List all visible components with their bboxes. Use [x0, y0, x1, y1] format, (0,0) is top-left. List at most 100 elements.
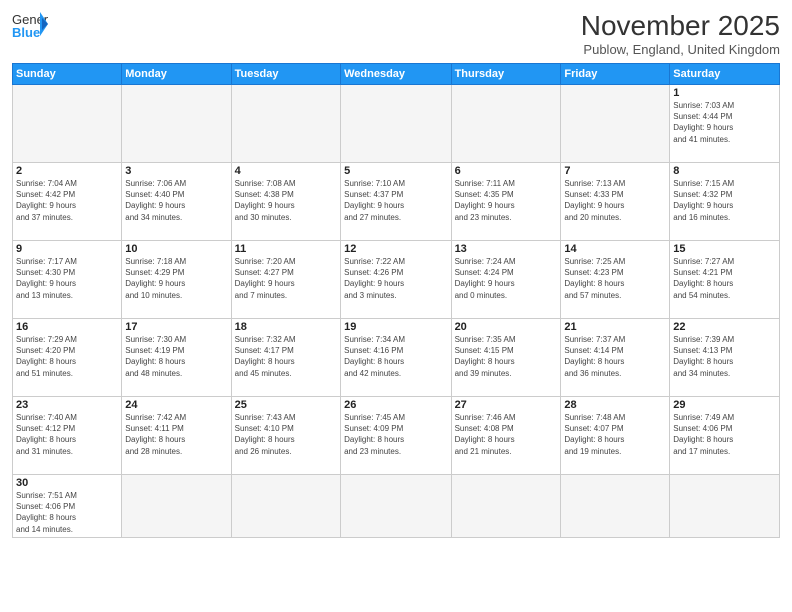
table-row: 15Sunrise: 7:27 AMSunset: 4:21 PMDayligh…	[670, 241, 780, 319]
table-row: 8Sunrise: 7:15 AMSunset: 4:32 PMDaylight…	[670, 163, 780, 241]
day-info: Sunrise: 7:10 AMSunset: 4:37 PMDaylight:…	[344, 178, 447, 223]
table-row: 28Sunrise: 7:48 AMSunset: 4:07 PMDayligh…	[561, 397, 670, 475]
col-tuesday: Tuesday	[231, 64, 340, 85]
table-row: 27Sunrise: 7:46 AMSunset: 4:08 PMDayligh…	[451, 397, 561, 475]
table-row: 19Sunrise: 7:34 AMSunset: 4:16 PMDayligh…	[341, 319, 451, 397]
day-number: 30	[16, 477, 118, 489]
day-number: 26	[344, 399, 447, 411]
day-info: Sunrise: 7:32 AMSunset: 4:17 PMDaylight:…	[235, 334, 337, 379]
col-saturday: Saturday	[670, 64, 780, 85]
table-row: 18Sunrise: 7:32 AMSunset: 4:17 PMDayligh…	[231, 319, 340, 397]
day-info: Sunrise: 7:03 AMSunset: 4:44 PMDaylight:…	[673, 100, 776, 145]
day-info: Sunrise: 7:45 AMSunset: 4:09 PMDaylight:…	[344, 412, 447, 457]
day-number: 8	[673, 165, 776, 177]
table-row: 2Sunrise: 7:04 AMSunset: 4:42 PMDaylight…	[13, 163, 122, 241]
location: Publow, England, United Kingdom	[581, 42, 780, 57]
day-info: Sunrise: 7:04 AMSunset: 4:42 PMDaylight:…	[16, 178, 118, 223]
table-row	[341, 85, 451, 163]
table-row	[561, 85, 670, 163]
table-row: 9Sunrise: 7:17 AMSunset: 4:30 PMDaylight…	[13, 241, 122, 319]
day-number: 9	[16, 243, 118, 255]
table-row: 23Sunrise: 7:40 AMSunset: 4:12 PMDayligh…	[13, 397, 122, 475]
table-row: 26Sunrise: 7:45 AMSunset: 4:09 PMDayligh…	[341, 397, 451, 475]
page: General Blue November 2025 Publow, Engla…	[0, 0, 792, 612]
day-info: Sunrise: 7:25 AMSunset: 4:23 PMDaylight:…	[564, 256, 666, 301]
day-number: 12	[344, 243, 447, 255]
table-row: 30Sunrise: 7:51 AMSunset: 4:06 PMDayligh…	[13, 475, 122, 538]
table-row: 11Sunrise: 7:20 AMSunset: 4:27 PMDayligh…	[231, 241, 340, 319]
day-number: 16	[16, 321, 118, 333]
day-number: 14	[564, 243, 666, 255]
day-number: 10	[125, 243, 227, 255]
day-number: 25	[235, 399, 337, 411]
table-row: 13Sunrise: 7:24 AMSunset: 4:24 PMDayligh…	[451, 241, 561, 319]
day-number: 21	[564, 321, 666, 333]
day-number: 24	[125, 399, 227, 411]
day-info: Sunrise: 7:35 AMSunset: 4:15 PMDaylight:…	[455, 334, 558, 379]
day-number: 27	[455, 399, 558, 411]
table-row: 24Sunrise: 7:42 AMSunset: 4:11 PMDayligh…	[122, 397, 231, 475]
calendar-table: Sunday Monday Tuesday Wednesday Thursday…	[12, 63, 780, 538]
day-number: 1	[673, 87, 776, 99]
day-number: 7	[564, 165, 666, 177]
day-number: 18	[235, 321, 337, 333]
table-row: 3Sunrise: 7:06 AMSunset: 4:40 PMDaylight…	[122, 163, 231, 241]
day-info: Sunrise: 7:18 AMSunset: 4:29 PMDaylight:…	[125, 256, 227, 301]
day-info: Sunrise: 7:29 AMSunset: 4:20 PMDaylight:…	[16, 334, 118, 379]
day-info: Sunrise: 7:39 AMSunset: 4:13 PMDaylight:…	[673, 334, 776, 379]
day-number: 5	[344, 165, 447, 177]
day-number: 4	[235, 165, 337, 177]
table-row	[13, 85, 122, 163]
day-info: Sunrise: 7:15 AMSunset: 4:32 PMDaylight:…	[673, 178, 776, 223]
table-row: 16Sunrise: 7:29 AMSunset: 4:20 PMDayligh…	[13, 319, 122, 397]
table-row: 21Sunrise: 7:37 AMSunset: 4:14 PMDayligh…	[561, 319, 670, 397]
table-row	[122, 85, 231, 163]
table-row: 25Sunrise: 7:43 AMSunset: 4:10 PMDayligh…	[231, 397, 340, 475]
table-row	[341, 475, 451, 538]
month-title: November 2025	[581, 10, 780, 42]
table-row	[231, 475, 340, 538]
day-number: 23	[16, 399, 118, 411]
table-row: 22Sunrise: 7:39 AMSunset: 4:13 PMDayligh…	[670, 319, 780, 397]
day-number: 28	[564, 399, 666, 411]
table-row: 12Sunrise: 7:22 AMSunset: 4:26 PMDayligh…	[341, 241, 451, 319]
table-row: 6Sunrise: 7:11 AMSunset: 4:35 PMDaylight…	[451, 163, 561, 241]
day-number: 6	[455, 165, 558, 177]
day-info: Sunrise: 7:13 AMSunset: 4:33 PMDaylight:…	[564, 178, 666, 223]
calendar-header-row: Sunday Monday Tuesday Wednesday Thursday…	[13, 64, 780, 85]
header: General Blue November 2025 Publow, Engla…	[12, 10, 780, 57]
table-row: 17Sunrise: 7:30 AMSunset: 4:19 PMDayligh…	[122, 319, 231, 397]
table-row: 1Sunrise: 7:03 AMSunset: 4:44 PMDaylight…	[670, 85, 780, 163]
col-friday: Friday	[561, 64, 670, 85]
day-info: Sunrise: 7:24 AMSunset: 4:24 PMDaylight:…	[455, 256, 558, 301]
col-monday: Monday	[122, 64, 231, 85]
day-number: 15	[673, 243, 776, 255]
day-info: Sunrise: 7:17 AMSunset: 4:30 PMDaylight:…	[16, 256, 118, 301]
day-info: Sunrise: 7:06 AMSunset: 4:40 PMDaylight:…	[125, 178, 227, 223]
table-row	[670, 475, 780, 538]
logo-icon: General Blue	[12, 10, 48, 40]
day-number: 22	[673, 321, 776, 333]
table-row	[231, 85, 340, 163]
day-info: Sunrise: 7:42 AMSunset: 4:11 PMDaylight:…	[125, 412, 227, 457]
day-number: 29	[673, 399, 776, 411]
day-number: 17	[125, 321, 227, 333]
svg-text:Blue: Blue	[12, 25, 40, 40]
day-number: 13	[455, 243, 558, 255]
day-info: Sunrise: 7:08 AMSunset: 4:38 PMDaylight:…	[235, 178, 337, 223]
day-info: Sunrise: 7:49 AMSunset: 4:06 PMDaylight:…	[673, 412, 776, 457]
table-row	[122, 475, 231, 538]
day-info: Sunrise: 7:22 AMSunset: 4:26 PMDaylight:…	[344, 256, 447, 301]
day-info: Sunrise: 7:11 AMSunset: 4:35 PMDaylight:…	[455, 178, 558, 223]
table-row: 10Sunrise: 7:18 AMSunset: 4:29 PMDayligh…	[122, 241, 231, 319]
day-number: 2	[16, 165, 118, 177]
day-info: Sunrise: 7:48 AMSunset: 4:07 PMDaylight:…	[564, 412, 666, 457]
table-row: 5Sunrise: 7:10 AMSunset: 4:37 PMDaylight…	[341, 163, 451, 241]
day-number: 3	[125, 165, 227, 177]
day-info: Sunrise: 7:30 AMSunset: 4:19 PMDaylight:…	[125, 334, 227, 379]
table-row: 14Sunrise: 7:25 AMSunset: 4:23 PMDayligh…	[561, 241, 670, 319]
table-row: 7Sunrise: 7:13 AMSunset: 4:33 PMDaylight…	[561, 163, 670, 241]
table-row: 4Sunrise: 7:08 AMSunset: 4:38 PMDaylight…	[231, 163, 340, 241]
day-info: Sunrise: 7:43 AMSunset: 4:10 PMDaylight:…	[235, 412, 337, 457]
day-info: Sunrise: 7:27 AMSunset: 4:21 PMDaylight:…	[673, 256, 776, 301]
